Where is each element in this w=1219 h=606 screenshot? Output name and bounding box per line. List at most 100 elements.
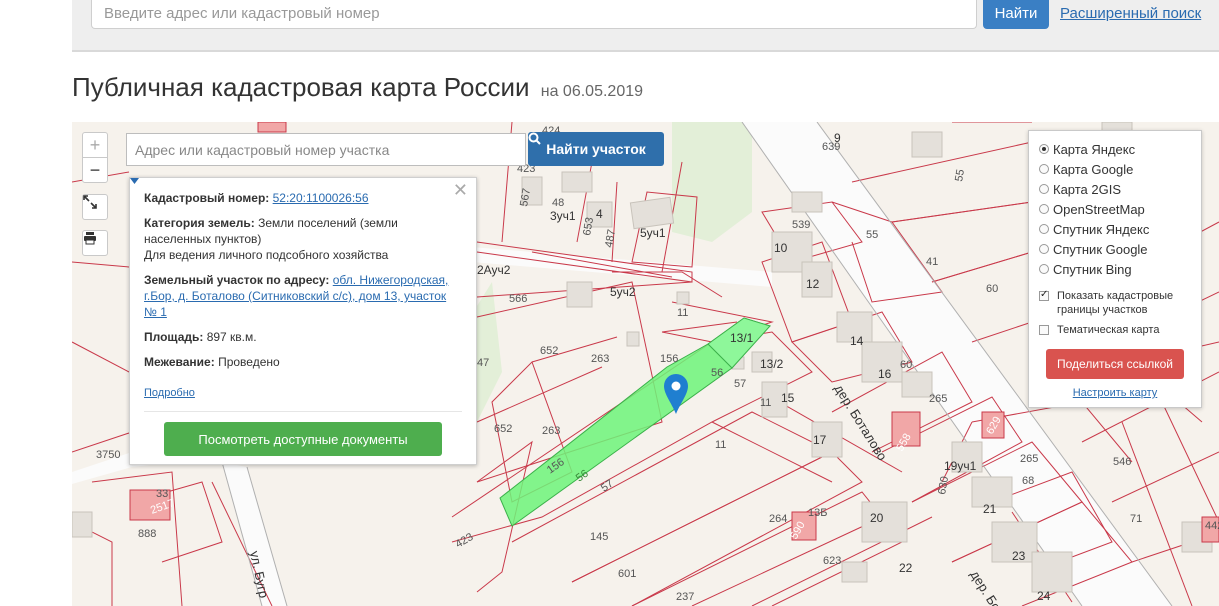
configure-map-link[interactable]: Настроить карту: [1039, 387, 1191, 399]
address-row: Земельный участок по адресу: обл. Нижего…: [144, 272, 462, 320]
thematic-map-label: Тематическая карта: [1057, 324, 1160, 336]
divider: [144, 411, 462, 412]
printer-icon: [84, 232, 96, 245]
map-label: 265: [1020, 453, 1038, 465]
map-label: 57: [599, 478, 616, 495]
area-label: Площадь:: [144, 330, 204, 344]
zoom-in-button[interactable]: +: [82, 132, 108, 158]
survey-label: Межевание:: [144, 355, 215, 369]
map-label: 156: [660, 353, 678, 365]
map-label: 9: [834, 131, 841, 145]
layer-option[interactable]: Спутник Google: [1039, 239, 1191, 259]
cadastral-number-label: Кадастровый номер:: [144, 191, 270, 205]
map-label: 653: [581, 216, 596, 236]
area-row: Площадь: 897 кв.м.: [144, 329, 462, 345]
layer-radio[interactable]: [1039, 224, 1049, 234]
map-label: 15: [781, 391, 795, 405]
share-link-button[interactable]: Поделиться ссылкой: [1046, 349, 1184, 379]
layer-radio[interactable]: [1039, 204, 1049, 214]
page-title-text: Публичная кадастровая карта России: [72, 72, 530, 102]
map-label: 265: [929, 393, 947, 405]
survey-value: Проведено: [218, 355, 280, 369]
land-category-row: Категория земель: Земли поселений (земли…: [144, 215, 462, 263]
base-layer-list: Карта Яндекс Карта Google Карта 2GIS OpenSt…: [1039, 139, 1191, 279]
map-label: 57: [734, 378, 746, 390]
layer-option[interactable]: Карта Яндекс: [1039, 139, 1191, 159]
view-documents-button[interactable]: Посмотреть доступные документы: [164, 422, 442, 456]
advanced-search-link[interactable]: Расширенный поиск: [1060, 5, 1201, 22]
find-parcel-label: Найти участок: [546, 141, 646, 157]
fullscreen-icon: [83, 195, 97, 209]
layer-option[interactable]: Спутник Bing: [1039, 259, 1191, 279]
layer-label: Карта Google: [1053, 161, 1134, 177]
map-label: 55: [953, 168, 967, 182]
map-label: 20: [870, 511, 884, 525]
map-label: 71: [1130, 513, 1142, 525]
map-label: 652: [540, 345, 558, 357]
map-label: 3750: [96, 449, 120, 461]
thematic-map-checkbox[interactable]: [1039, 325, 1049, 335]
land-usage-value: Для ведения личного подсобного хозяйства: [144, 248, 389, 262]
layer-label: OpenStreetMap: [1053, 201, 1145, 217]
map-label: 14: [850, 334, 864, 348]
show-borders-checkbox[interactable]: [1039, 288, 1049, 302]
street-label: дер. Бо: [967, 568, 1004, 606]
road: [472, 247, 772, 287]
map-label: 11: [760, 397, 771, 409]
find-parcel-button[interactable]: Найти участок: [528, 132, 664, 166]
parcel-info-popup: ✕ Кадастровый номер: 52:20:1100026:56 Ка…: [129, 177, 477, 465]
map-label: 19уч1: [944, 459, 977, 473]
caret-down-icon: [130, 178, 139, 184]
parcel-search-input[interactable]: [126, 133, 526, 166]
top-find-button[interactable]: Найти: [983, 0, 1049, 29]
layer-radio[interactable]: [1039, 264, 1049, 274]
map-label: 623: [823, 555, 841, 567]
cadastral-map[interactable]: 424 423 567 48 3уч1 4 653 487 5уч1 5уч2 …: [72, 122, 1219, 606]
survey-row: Межевание: Проведено: [144, 354, 462, 370]
map-label: 3уч1: [550, 209, 576, 223]
map-label: 60: [986, 283, 998, 295]
map-label: 11: [715, 439, 726, 451]
map-label: 263: [542, 425, 560, 437]
map-label: 2Ауч2: [477, 263, 511, 277]
map-label: 60: [900, 359, 912, 371]
map-label: 5уч1: [640, 226, 666, 240]
layer-option[interactable]: Карта Google: [1039, 159, 1191, 179]
details-toggle[interactable]: Подробно: [130, 178, 195, 401]
map-label: 24: [1037, 589, 1051, 603]
thematic-map-option[interactable]: Тематическая карта: [1039, 323, 1191, 337]
layer-radio[interactable]: [1039, 144, 1049, 154]
cadastral-number-link[interactable]: 52:20:1100026:56: [273, 191, 369, 205]
fullscreen-button[interactable]: [82, 194, 108, 220]
map-label: 23: [1012, 549, 1026, 563]
layer-option[interactable]: Спутник Яндекс: [1039, 219, 1191, 239]
search-icon: [528, 132, 541, 145]
zoom-out-button[interactable]: −: [82, 157, 108, 183]
show-borders-option[interactable]: Показать кадастровые границы участков: [1039, 288, 1191, 317]
map-label: 566: [509, 293, 527, 305]
layer-label: Спутник Bing: [1053, 261, 1132, 277]
layer-option[interactable]: OpenStreetMap: [1039, 199, 1191, 219]
map-label: 487: [603, 228, 618, 248]
layer-radio[interactable]: [1039, 184, 1049, 194]
map-label: 48: [552, 197, 564, 209]
layer-radio[interactable]: [1039, 244, 1049, 254]
map-label: 652: [494, 423, 512, 435]
map-label: 68: [1022, 475, 1034, 487]
map-label: 264: [769, 513, 787, 525]
map-label: 56: [711, 367, 723, 379]
top-search-input[interactable]: [91, 0, 977, 29]
close-icon[interactable]: ✕: [453, 181, 468, 199]
map-label: 13/2: [760, 357, 784, 371]
map-label: 16: [878, 367, 892, 381]
land-category-label: Категория земель:: [144, 216, 255, 230]
map-label: 55: [866, 229, 878, 241]
green-area: [672, 122, 752, 242]
map-label: 13Б: [808, 507, 827, 519]
layer-switcher-panel: Карта Яндекс Карта Google Карта 2GIS OpenSt…: [1028, 130, 1202, 408]
print-button[interactable]: [82, 230, 108, 256]
layer-radio[interactable]: [1039, 164, 1049, 174]
layer-label: Спутник Яндекс: [1053, 221, 1150, 237]
layer-label: Спутник Google: [1053, 241, 1148, 257]
layer-option[interactable]: Карта 2GIS: [1039, 179, 1191, 199]
